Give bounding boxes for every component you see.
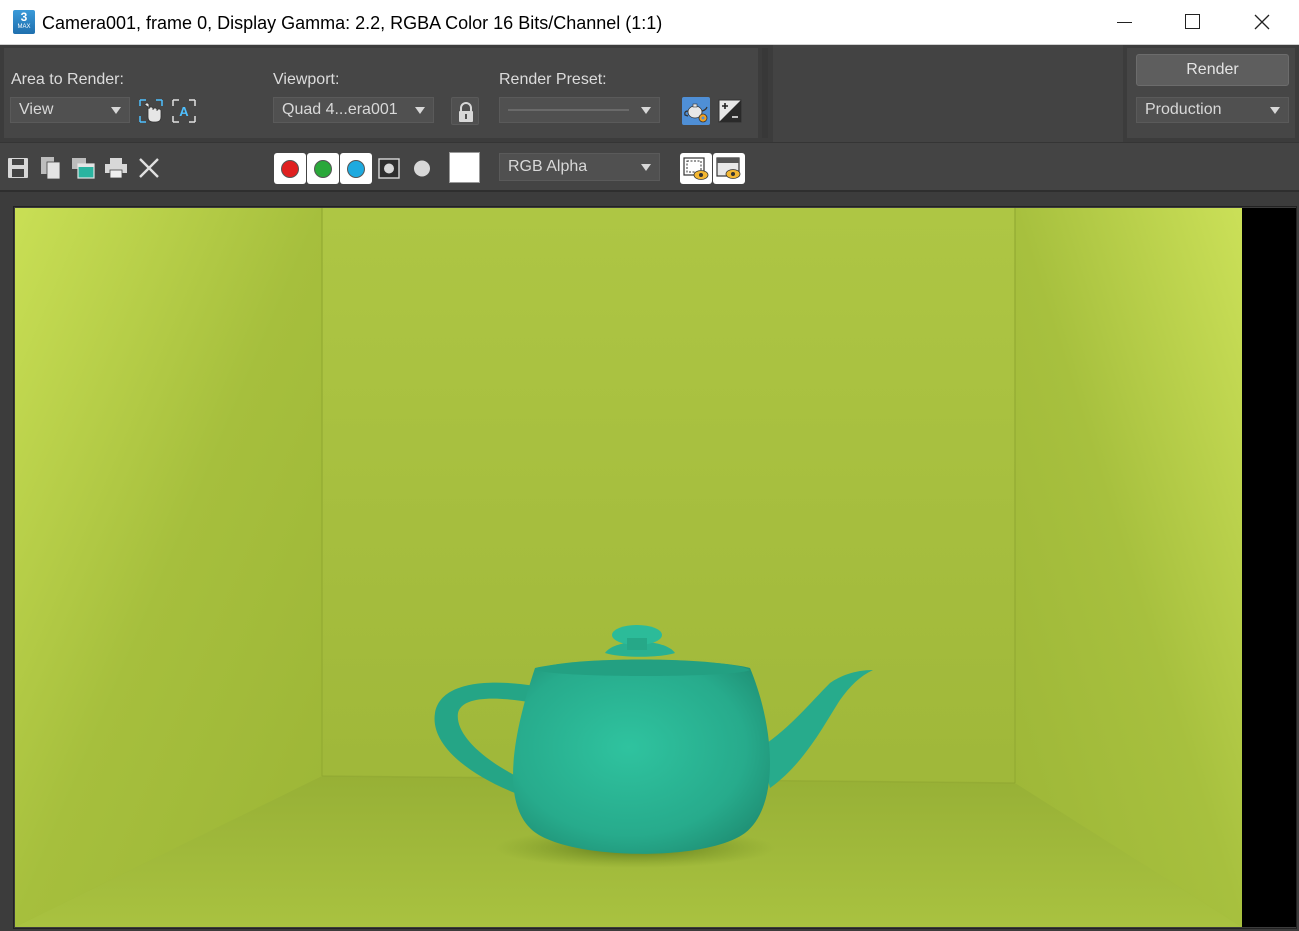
exposure-control-button[interactable]	[716, 97, 744, 125]
auto-region-button[interactable]: A	[170, 97, 198, 125]
close-icon	[1254, 14, 1270, 30]
3dsmax-app-icon[interactable]: 3 MAX	[13, 10, 35, 34]
save-icon	[8, 158, 28, 178]
print-icon	[105, 158, 127, 179]
lock-icon	[459, 102, 473, 122]
alpha-channel-toggle[interactable]	[373, 153, 405, 184]
toggle-ui-overlays-button[interactable]	[680, 153, 712, 184]
teapot-render-scene	[15, 208, 1242, 927]
copy-image-button[interactable]	[38, 155, 64, 181]
maximize-button[interactable]	[1158, 0, 1228, 45]
close-icon	[139, 158, 159, 178]
area-to-render-label: Area to Render:	[11, 71, 124, 88]
panel-separator	[762, 48, 768, 138]
red-channel-toggle[interactable]	[274, 153, 306, 184]
render-preset-empty-line	[508, 109, 629, 111]
clear-image-button[interactable]	[136, 155, 162, 181]
frame-buffer-toolbar: RGB Alpha	[0, 142, 1299, 192]
close-window-button[interactable]	[1228, 0, 1298, 45]
render-setup-button[interactable]	[682, 97, 710, 125]
exposure-icon	[718, 99, 742, 123]
blue-channel-toggle[interactable]	[340, 153, 372, 184]
toggle-ui-button[interactable]	[713, 153, 745, 184]
red-channel-icon	[281, 160, 299, 178]
color-swatch[interactable]	[449, 152, 480, 183]
svg-text:A: A	[179, 104, 189, 119]
viewport-dropdown[interactable]: Quad 4...era001	[273, 97, 434, 123]
green-channel-icon	[314, 160, 332, 178]
green-channel-toggle[interactable]	[307, 153, 339, 184]
lock-viewport-button[interactable]	[451, 97, 479, 125]
panel-empty-area	[773, 45, 1123, 142]
viewport-value: Quad 4...era001	[282, 101, 398, 118]
save-image-button[interactable]	[5, 155, 31, 181]
teapot-gear-icon	[684, 103, 708, 123]
rendered-image[interactable]	[15, 208, 1242, 927]
blue-channel-icon	[347, 160, 365, 178]
title-bar: 3 MAX Camera001, frame 0, Display Gamma:…	[0, 0, 1299, 45]
viewport-label: Viewport:	[273, 71, 340, 88]
chevron-down-icon	[641, 107, 651, 114]
alpha-channel-icon	[378, 158, 400, 179]
copy-icon	[41, 157, 61, 180]
render-preset-label: Render Preset:	[499, 71, 607, 88]
render-mode-dropdown[interactable]: Production	[1136, 97, 1289, 123]
minimize-button[interactable]	[1089, 0, 1159, 45]
monochrome-toggle[interactable]	[406, 153, 438, 184]
clone-window-button[interactable]	[70, 155, 96, 181]
channel-display-value: RGB Alpha	[508, 158, 588, 175]
render-mode-value: Production	[1145, 101, 1222, 118]
window-title: Camera001, frame 0, Display Gamma: 2.2, …	[42, 13, 663, 33]
channel-display-dropdown[interactable]: RGB Alpha	[499, 153, 660, 181]
auto-region-icon: A	[172, 99, 196, 123]
chevron-down-icon	[641, 164, 651, 171]
hand-region-icon	[139, 99, 163, 123]
print-image-button[interactable]	[103, 155, 129, 181]
render-options-panel	[4, 48, 758, 138]
edit-region-button[interactable]	[137, 97, 165, 125]
frame-black-margin	[1242, 208, 1296, 927]
render-button[interactable]: Render	[1136, 54, 1289, 86]
overlay-eye-icon	[683, 157, 709, 180]
area-to-render-value: View	[19, 101, 54, 118]
clone-window-icon	[72, 158, 95, 179]
app-icon-caption: MAX	[17, 24, 31, 30]
chevron-down-icon	[1270, 107, 1280, 114]
area-to-render-dropdown[interactable]: View	[10, 97, 130, 123]
monochrome-icon	[414, 160, 430, 177]
app-icon-number: 3	[20, 10, 28, 24]
chevron-down-icon	[111, 107, 121, 114]
render-preset-dropdown[interactable]	[499, 97, 660, 123]
chevron-down-icon	[415, 107, 425, 114]
ui-eye-icon	[716, 157, 741, 179]
